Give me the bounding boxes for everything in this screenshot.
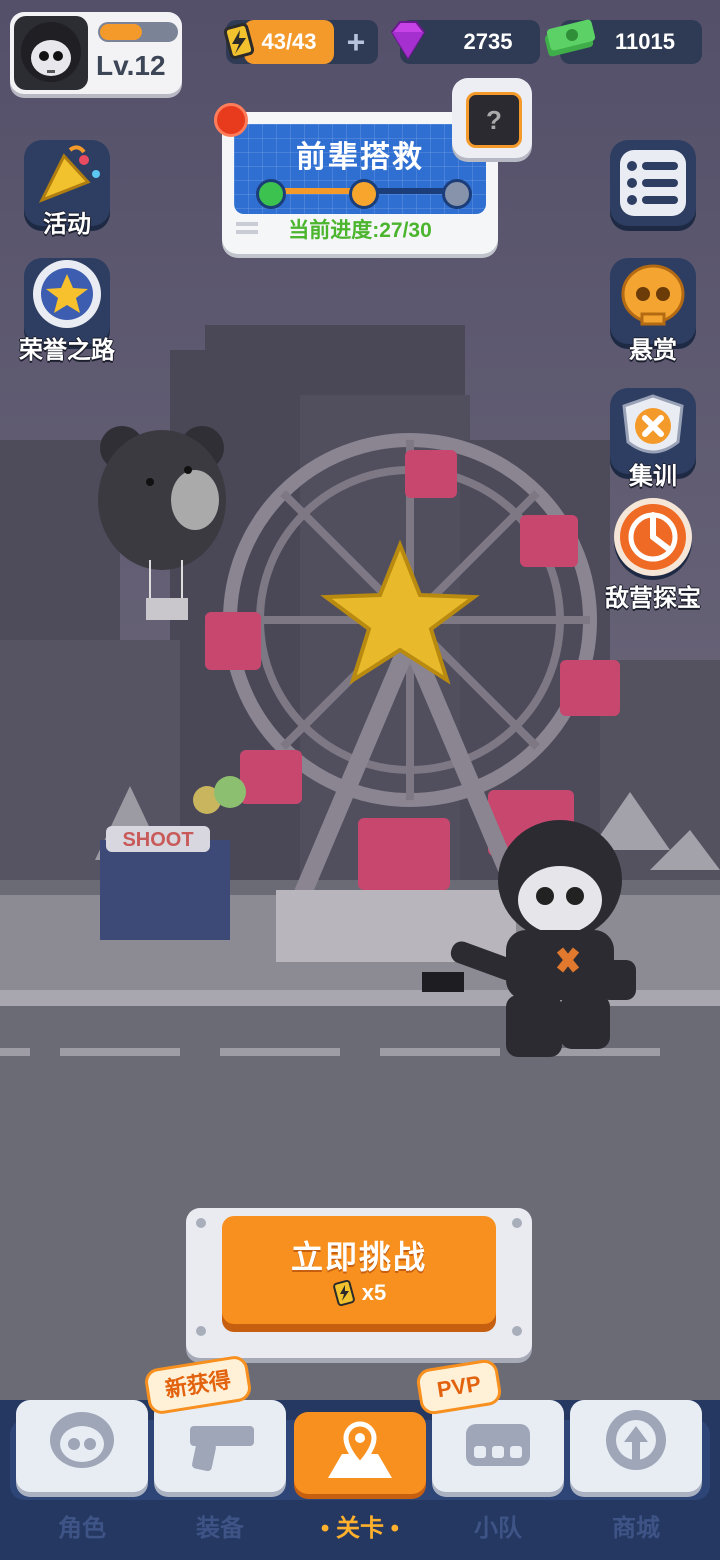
xp-fill [100,24,142,40]
gem-icon [390,21,426,60]
skull-face-icon [50,1412,114,1468]
tab-shop-label: 商城 [612,1515,660,1542]
tab-character-label: 角色 [58,1515,106,1542]
rivet [512,1326,522,1336]
rivet [196,1218,206,1228]
treasure-hunt-label: 敌营探宝 [605,585,701,612]
mission-progress: 当前进度:27/30 [288,219,432,242]
cash-icon [544,19,596,57]
tab-stages-label: • 关卡 • [320,1515,400,1542]
tab-stages[interactable] [294,1412,426,1494]
tab-squad[interactable] [432,1400,564,1492]
mission-title: 前辈搭救 [296,141,424,174]
tab-equipment-label: 装备 [196,1515,244,1542]
challenge-cost-value: x5 [361,1280,387,1305]
battery-icon [332,1279,355,1307]
skull-avatar-icon [21,22,81,82]
radar-icon [620,504,686,570]
tab-equipment[interactable] [154,1400,286,1492]
svg-text:SHOOT: SHOOT [122,829,193,851]
squad-icon [466,1424,530,1466]
map-pin-icon [328,1421,392,1478]
player-avatar [14,16,88,90]
mystery-reward-button[interactable]: ? [452,78,532,158]
menu-list-button[interactable] [610,140,696,226]
challenge-label: 立即挑战 [290,1239,427,1275]
list-icon [620,150,686,216]
battery-icon [223,23,255,59]
challenge-button[interactable]: 立即挑战 x5 [222,1216,496,1324]
stage-node-1 [256,179,286,209]
rivet [196,1326,206,1336]
rivet [512,1218,522,1228]
mission-panel: 前辈搭救 [234,124,486,214]
treasure-hunt-button[interactable] [614,498,692,576]
events-label: 活动 [43,211,91,238]
tab-squad-label: 小队 [474,1515,522,1542]
stage-node-3 [442,179,472,209]
gems-value: 2735 [463,29,513,54]
tab-stages-text: 关卡 [336,1515,384,1542]
player-profile-card[interactable]: Lv.12 [10,12,182,94]
add-energy-button[interactable]: + [340,26,372,58]
xp-bar [98,22,178,42]
tab-shop[interactable] [570,1400,702,1492]
honor-road-label: 荣誉之路 [19,337,115,364]
stage-node-2 [349,179,379,209]
pistol-icon [190,1426,254,1472]
cash-value: 11015 [615,29,675,54]
bounty-label: 悬赏 [629,337,677,364]
player-level: Lv.12 [96,50,166,81]
tab-character[interactable] [16,1400,148,1492]
notification-dot [214,103,248,137]
question-mark-icon: ? [466,92,522,148]
training-label: 集训 [629,463,677,490]
challenge-cost: x5 [332,1278,386,1308]
shop-icon [606,1410,666,1470]
